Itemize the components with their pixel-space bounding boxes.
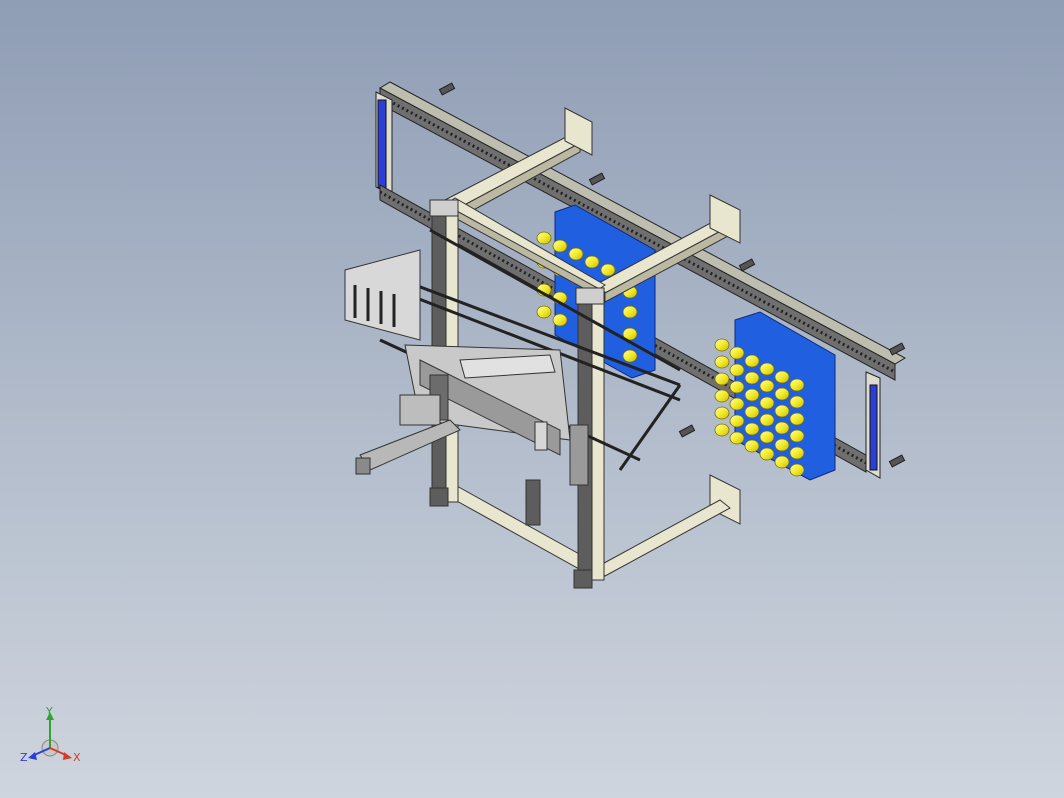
spool <box>729 397 745 411</box>
spool <box>714 372 730 386</box>
spool <box>759 379 775 393</box>
spool <box>729 346 745 360</box>
spool <box>714 355 730 369</box>
spool <box>744 405 760 419</box>
spool <box>759 396 775 410</box>
spool <box>744 422 760 436</box>
model-viewport[interactable]: Y Z X <box>0 0 1064 798</box>
spool <box>714 406 730 420</box>
spool <box>714 423 730 437</box>
spool <box>774 370 790 384</box>
spool <box>774 387 790 401</box>
spool <box>774 455 790 469</box>
spool <box>744 354 760 368</box>
spool <box>729 431 745 445</box>
spool <box>714 389 730 403</box>
spool <box>789 463 805 477</box>
spool <box>789 429 805 443</box>
spool <box>789 446 805 460</box>
spool <box>729 380 745 394</box>
spool <box>759 362 775 376</box>
spool <box>774 404 790 418</box>
spool <box>744 439 760 453</box>
spool <box>774 421 790 435</box>
spool <box>774 438 790 452</box>
spool <box>759 430 775 444</box>
spool <box>744 371 760 385</box>
spool <box>789 412 805 426</box>
spool <box>789 378 805 392</box>
spool <box>714 338 730 352</box>
spool <box>744 388 760 402</box>
triad-z-label: Z <box>20 751 28 764</box>
triad-x-label: X <box>73 751 81 764</box>
spool <box>729 414 745 428</box>
spool <box>759 413 775 427</box>
orientation-triad: Y Z X <box>20 705 81 764</box>
spool <box>789 395 805 409</box>
spool <box>729 363 745 377</box>
spool <box>759 447 775 461</box>
triad-y-label: Y <box>45 705 53 718</box>
